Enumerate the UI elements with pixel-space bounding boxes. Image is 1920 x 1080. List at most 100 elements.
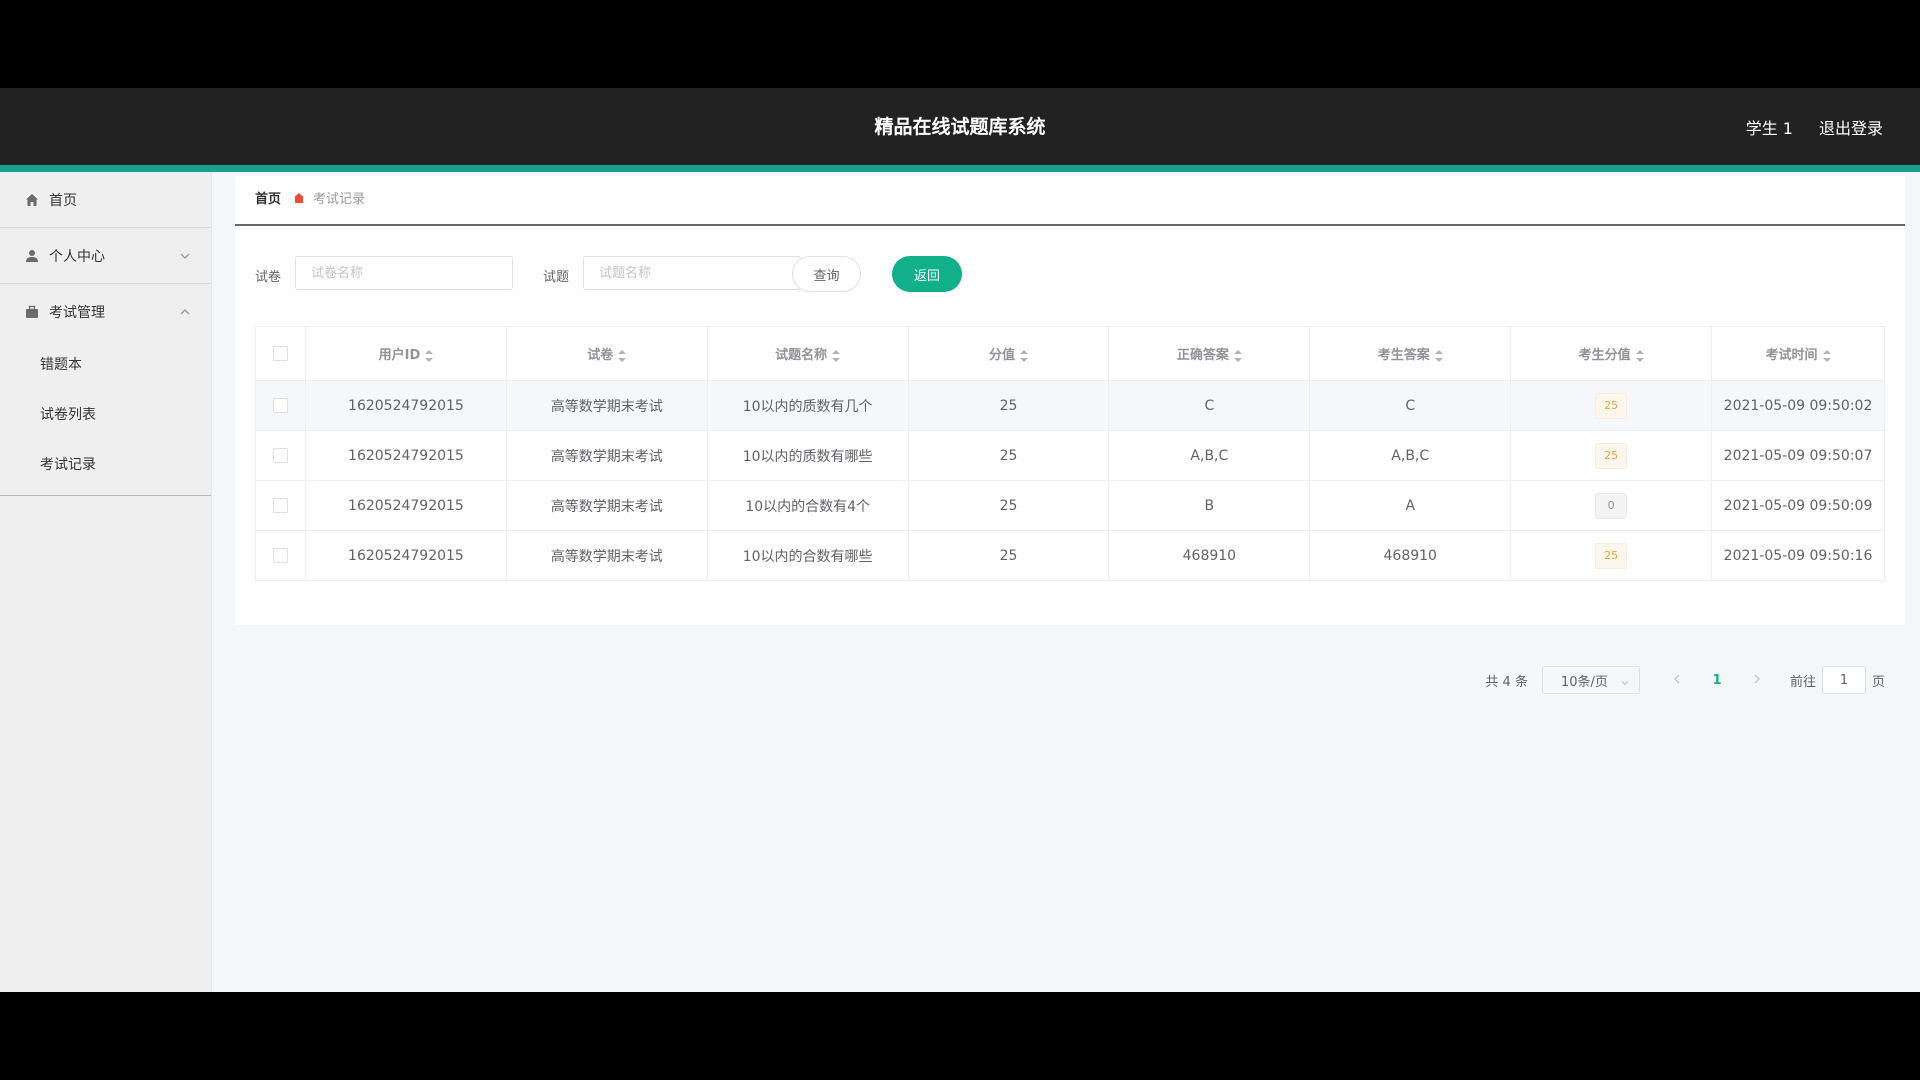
page-number[interactable]: 1: [1692, 673, 1742, 688]
app-title: 精品在线试题库系统: [874, 116, 1046, 138]
cell-question: 10以内的质数有几个: [706, 380, 909, 431]
column-header[interactable]: 考生答案: [1309, 326, 1512, 381]
exam-records-table: 用户ID 试卷 试题名称 分值 正确答案 考生答案 考生分值 考试时间 1620…: [255, 326, 1885, 581]
logout-link[interactable]: 退出登录: [1819, 115, 1883, 139]
cell-question: 10以内的合数有哪些: [706, 530, 909, 581]
sidebar-item-home[interactable]: 首页: [0, 172, 211, 228]
cell-user-id: 1620524792015: [304, 380, 507, 431]
user-icon: [24, 248, 40, 264]
chevron-left-icon: [1674, 674, 1680, 683]
breadcrumb-home[interactable]: 首页: [255, 188, 281, 207]
breadcrumb: 首页 考试记录: [255, 188, 365, 207]
paper-label: 试卷: [255, 270, 282, 285]
chevron-down-icon: [179, 249, 191, 259]
table-row[interactable]: 1620524792015 高等数学期末考试 10以内的合数有4个 25 B A…: [255, 480, 1885, 531]
chevron-right-icon: [1754, 674, 1760, 683]
chevron-down-icon: [1621, 676, 1629, 686]
cell-correct-answer: 468910: [1108, 530, 1311, 581]
cell-student-answer: C: [1309, 380, 1512, 431]
student-score-tag: 25: [1595, 542, 1628, 569]
column-header[interactable]: 试卷: [505, 326, 708, 381]
back-button[interactable]: 返回: [892, 256, 962, 292]
cell-score: 25: [907, 430, 1110, 481]
student-score-tag: 25: [1595, 442, 1628, 469]
row-checkbox[interactable]: [272, 448, 288, 463]
sidebar-item-exam-records[interactable]: 考试记录: [0, 439, 211, 489]
cell-exam-time: 2021-05-09 09:50:07: [1711, 430, 1885, 481]
sort-icon[interactable]: [425, 349, 434, 362]
cell-student-answer: A: [1309, 480, 1512, 531]
sidebar-item-label: 考试管理: [49, 304, 105, 321]
cell-question: 10以内的质数有哪些: [706, 430, 909, 481]
sort-icon[interactable]: [1020, 349, 1028, 362]
cell-student-answer: 468910: [1309, 530, 1512, 581]
briefcase-icon: [24, 304, 40, 320]
sort-icon[interactable]: [1233, 349, 1242, 362]
sidebar-item-personal[interactable]: 个人中心: [0, 228, 211, 284]
page-size-value: 10条/页: [1560, 674, 1608, 690]
column-header[interactable]: 考试时间: [1711, 326, 1885, 381]
column-header[interactable]: 正确答案: [1108, 326, 1311, 381]
cell-user-id: 1620524792015: [304, 530, 507, 581]
goto-page-input[interactable]: [1821, 666, 1866, 694]
student-score-tag: 0: [1595, 492, 1628, 519]
sort-icon[interactable]: [1635, 349, 1644, 362]
main-content: 首页 考试记录 试卷 试题 查询 返回 用户ID 试卷: [235, 176, 1905, 694]
pagination: 共 4 条 10条/页 1 前往 页: [1485, 665, 1885, 695]
table-row[interactable]: 1620524792015 高等数学期末考试 10以内的合数有哪些 25 468…: [255, 530, 1885, 581]
question-search-input[interactable]: [583, 256, 801, 290]
exam-management-group: 考试管理 错题本 试卷列表 考试记录: [0, 284, 211, 496]
sidebar-item-exam-management[interactable]: 考试管理: [0, 284, 211, 339]
breadcrumb-current: 考试记录: [313, 192, 366, 207]
sidebar-item-label: 首页: [49, 192, 77, 209]
cell-correct-answer: C: [1108, 380, 1311, 431]
chevron-up-icon: [179, 305, 191, 315]
app-screen: 精品在线试题库系统 学生 1 退出登录 首页 个人中心 考试管理 错题本 试卷列…: [0, 88, 1920, 992]
user-name[interactable]: 学生 1: [1746, 115, 1793, 139]
top-bar: 精品在线试题库系统 学生 1 退出登录: [0, 88, 1920, 165]
sort-icon[interactable]: [1822, 349, 1831, 362]
column-header[interactable]: 分值: [907, 326, 1110, 381]
table-header-row: 用户ID 试卷 试题名称 分值 正确答案 考生答案 考生分值 考试时间: [255, 326, 1885, 381]
next-page-button[interactable]: [1742, 673, 1772, 688]
home-icon: [24, 192, 40, 208]
sidebar: 首页 个人中心 考试管理 错题本 试卷列表 考试记录: [0, 172, 212, 992]
page-size-select[interactable]: 10条/页: [1541, 666, 1640, 694]
cell-paper: 高等数学期末考试: [505, 380, 708, 431]
goto-label: 前往: [1789, 674, 1816, 690]
sidebar-item-paper-list[interactable]: 试卷列表: [0, 389, 211, 439]
select-all-cell: [255, 326, 306, 381]
cell-exam-time: 2021-05-09 09:50:09: [1711, 480, 1885, 531]
column-header[interactable]: 考生分值: [1510, 326, 1713, 381]
sort-icon[interactable]: [832, 349, 841, 362]
cell-score: 25: [907, 380, 1110, 431]
table-row[interactable]: 1620524792015 高等数学期末考试 10以内的质数有哪些 25 A,B…: [255, 430, 1885, 481]
cell-exam-time: 2021-05-09 09:50:02: [1711, 380, 1885, 431]
sort-icon[interactable]: [1434, 349, 1443, 362]
cell-correct-answer: A,B,C: [1108, 430, 1311, 481]
cell-user-id: 1620524792015: [304, 430, 507, 481]
column-header[interactable]: 试题名称: [706, 326, 909, 381]
question-label: 试题: [543, 270, 570, 285]
cell-score: 25: [907, 480, 1110, 531]
row-checkbox[interactable]: [272, 398, 288, 413]
row-checkbox[interactable]: [272, 548, 288, 563]
cell-student-answer: A,B,C: [1309, 430, 1512, 481]
column-header[interactable]: 用户ID: [304, 326, 507, 381]
cell-paper: 高等数学期末考试: [505, 480, 708, 531]
cell-correct-answer: B: [1108, 480, 1311, 531]
row-checkbox[interactable]: [272, 498, 288, 513]
total-count: 共 4 条: [1485, 674, 1528, 690]
accent-bar: [0, 165, 1920, 172]
cell-user-id: 1620524792015: [304, 480, 507, 531]
sidebar-item-label: 个人中心: [49, 248, 105, 265]
sort-icon[interactable]: [618, 349, 627, 362]
table-row[interactable]: 1620524792015 高等数学期末考试 10以内的质数有几个 25 C C…: [255, 380, 1885, 431]
sidebar-item-wrong-questions[interactable]: 错题本: [0, 339, 211, 389]
query-button[interactable]: 查询: [792, 256, 861, 292]
search-bar: 试卷 试题 查询 返回: [255, 256, 1055, 292]
cell-exam-time: 2021-05-09 09:50:16: [1711, 530, 1885, 581]
prev-page-button[interactable]: [1662, 673, 1692, 688]
paper-search-input[interactable]: [295, 256, 513, 290]
select-all-checkbox[interactable]: [272, 346, 288, 361]
